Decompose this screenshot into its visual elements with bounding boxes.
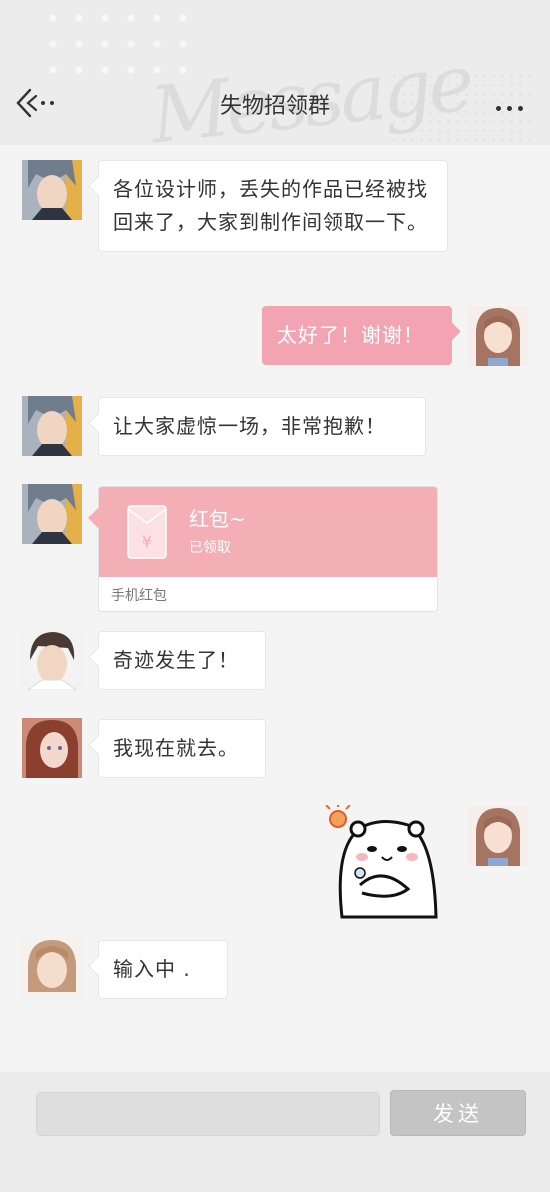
- typing-indicator-bubble: 输入中 .: [98, 940, 228, 999]
- message-bubble-self: 太好了！谢谢！: [262, 306, 452, 365]
- red-hair-woman-avatar[interactable]: [22, 718, 82, 778]
- dot: [507, 106, 512, 111]
- red-packet-icon: ¥: [127, 505, 167, 559]
- bear-sticker-icon: [325, 805, 438, 919]
- brown-hair-girl-avatar[interactable]: [468, 306, 528, 366]
- message-bubble: 我现在就去。: [98, 719, 266, 778]
- red-packet-card[interactable]: ¥ 红包~ 已领取 手机红包: [98, 486, 438, 612]
- more-options-button[interactable]: [496, 96, 532, 111]
- brown-hair-girl-avatar[interactable]: [468, 806, 528, 866]
- red-packet-title: 红包~: [189, 507, 246, 531]
- red-packet-status: 已领取: [189, 540, 231, 556]
- blonde-hair-girl-avatar[interactable]: [22, 938, 82, 998]
- page-title: 失物招领群: [219, 94, 330, 119]
- dark-hair-man-avatar[interactable]: [22, 630, 82, 690]
- gray-hair-man-avatar[interactable]: [22, 484, 82, 544]
- red-packet-footer: 手机红包: [111, 588, 167, 604]
- send-button[interactable]: 发送: [390, 1090, 526, 1136]
- message-bubble: 各位设计师，丢失的作品已经被找回来了，大家到制作间领取一下。: [98, 160, 448, 252]
- svg-text:¥: ¥: [142, 532, 152, 551]
- dot: [518, 106, 523, 111]
- header-bar: Message 失物招领群: [0, 0, 550, 145]
- message-bubble: 让大家虚惊一场，非常抱歉！: [98, 397, 426, 456]
- message-input[interactable]: [36, 1092, 380, 1136]
- message-bubble: 奇迹发生了！: [98, 631, 266, 690]
- gray-hair-man-avatar[interactable]: [22, 396, 82, 456]
- gray-hair-man-avatar[interactable]: [22, 160, 82, 220]
- dot: [496, 106, 501, 111]
